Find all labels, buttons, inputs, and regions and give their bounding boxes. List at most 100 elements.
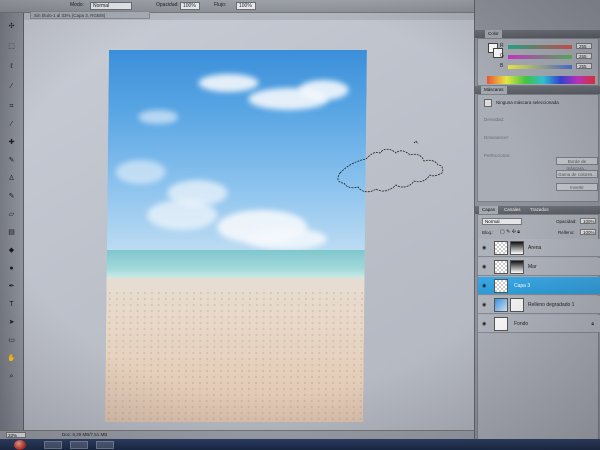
windows-taskbar	[0, 439, 600, 450]
layer-opacity-input[interactable]: 100%	[580, 218, 596, 224]
cloud	[298, 80, 349, 100]
marquee-tool-icon[interactable]: ⬚	[6, 43, 17, 50]
green-slider[interactable]	[508, 55, 572, 59]
layer-row-arena[interactable]: ◉ Arena	[478, 239, 600, 257]
cloud	[138, 110, 179, 124]
mode-label: Modo:	[70, 2, 84, 8]
document-tab[interactable]: Sin título-1 al 33% (Capa 3, RGB/8)	[30, 11, 150, 19]
layer-row-fondo[interactable]: ◉ Fondo 🔒︎	[478, 315, 600, 333]
sand-texture	[105, 290, 365, 422]
eye-icon[interactable]: ◉	[482, 245, 486, 251]
eye-icon[interactable]: ◉	[482, 264, 486, 270]
layer-name: Relleno degradado 1	[528, 302, 575, 308]
layer-row-mar[interactable]: ◉ Mar	[478, 258, 600, 276]
layer-name: Fondo	[514, 321, 529, 327]
lasso-tool-icon[interactable]: ℓ	[6, 63, 17, 70]
cloud	[115, 160, 166, 184]
red-channel-label: R	[500, 43, 504, 49]
layer-mask-thumbnail[interactable]	[510, 298, 524, 312]
eyedropper-tool-icon[interactable]: ⁄	[6, 121, 17, 128]
eye-icon[interactable]: ◉	[482, 321, 486, 327]
layer-mask-thumbnail[interactable]	[510, 260, 524, 274]
tab-channels[interactable]: Canales	[501, 206, 524, 214]
layer-name: Mar	[528, 264, 537, 270]
move-tool-icon[interactable]: ✣	[6, 23, 17, 30]
layer-thumbnail	[494, 260, 508, 274]
status-bar: 33% Doc: 6,29 MB/7,51 MB	[0, 430, 474, 439]
zoom-level[interactable]: 33%	[6, 432, 26, 438]
eraser-tool-icon[interactable]: ▱	[6, 211, 17, 218]
taskbar-item[interactable]	[70, 441, 88, 449]
opacity-input[interactable]: 100%	[180, 2, 200, 10]
color-panel-tabs: Color	[475, 30, 600, 38]
cloud	[147, 200, 218, 230]
layer-mask-thumbnail[interactable]	[510, 241, 524, 255]
mask-edge-button[interactable]: Borde de máscara...	[556, 157, 598, 171]
sea-layer	[106, 250, 365, 280]
lock-label: Bloq.:	[482, 230, 494, 235]
path-select-tool-icon[interactable]: ➤	[6, 319, 17, 326]
hand-tool-icon[interactable]: ✋	[6, 355, 17, 362]
panels-dock: Color R 255 G 255 B 255 Máscaras Ninguna…	[474, 0, 600, 450]
invert-button[interactable]: Invertir	[556, 183, 598, 191]
tab-masks[interactable]: Máscaras	[481, 86, 507, 94]
cloud	[246, 228, 328, 250]
color-spectrum-bar[interactable]	[487, 76, 595, 84]
blue-value[interactable]: 255	[576, 63, 592, 69]
history-brush-tool-icon[interactable]: ✎	[6, 193, 17, 200]
opacity-label: Opacidad:	[156, 2, 179, 8]
start-button[interactable]	[14, 440, 26, 450]
document-info: Doc: 6,29 MB/7,51 MB	[62, 432, 108, 437]
pen-tool-icon[interactable]: ✒	[6, 283, 17, 290]
dodge-tool-icon[interactable]: ●	[6, 265, 17, 272]
mask-status: Ninguna máscara seleccionada	[496, 100, 559, 105]
tab-layers[interactable]: Capas	[479, 206, 499, 214]
fill-input[interactable]: 100%	[580, 229, 596, 235]
mask-icon	[484, 99, 492, 107]
color-range-button[interactable]: Gama de colores...	[556, 170, 598, 178]
layer-row-capa-3[interactable]: ◉ Capa 3	[478, 277, 600, 295]
type-tool-icon[interactable]: T	[6, 301, 17, 308]
flow-input[interactable]: 100%	[236, 2, 256, 10]
layer-thumbnail	[494, 317, 508, 331]
document-canvas[interactable]	[105, 50, 367, 422]
gradient-tool-icon[interactable]: ▤	[6, 229, 17, 236]
eye-icon[interactable]: ◉	[482, 302, 486, 308]
blur-tool-icon[interactable]: ◆	[6, 247, 17, 254]
layer-name: Arena	[528, 245, 542, 251]
blue-channel-label: B	[500, 63, 504, 69]
layer-opacity-label: Opacidad:	[556, 219, 577, 224]
blend-mode-select[interactable]: Normal	[482, 218, 522, 225]
eye-icon[interactable]: ◉	[482, 283, 486, 289]
green-value[interactable]: 255	[576, 53, 592, 59]
green-channel-label: G	[500, 53, 504, 59]
healing-tool-icon[interactable]: ✚	[6, 139, 17, 146]
tab-color[interactable]: Color	[485, 30, 502, 38]
blue-slider[interactable]	[508, 65, 572, 69]
shape-tool-icon[interactable]: ▭	[6, 337, 17, 344]
brush-tool-icon[interactable]: ✎	[6, 157, 17, 164]
taskbar-item[interactable]	[96, 441, 114, 449]
taskbar-item[interactable]	[44, 441, 62, 449]
red-value[interactable]: 255	[576, 43, 592, 49]
layer-thumbnail	[494, 241, 508, 255]
layers-panel: Normal Opacidad: 100% Bloq.: ▢ ✎ ✣ 🔒︎ Re…	[477, 214, 600, 450]
red-slider[interactable]	[508, 45, 572, 49]
tools-panel: ✣ ⬚ ℓ ⁄ ⌗ ⁄ ✚ ✎ ♙ ✎ ▱ ▤ ◆ ● ✒ T ➤ ▭ ✋ ⌕	[0, 13, 24, 433]
refine-label: Perfeccionar:	[484, 153, 511, 158]
density-label: Densidad:	[484, 117, 505, 122]
photoshop-window: Modo: Normal Opacidad: 100% Flujo: 100% …	[0, 0, 600, 450]
mode-select[interactable]: Normal	[90, 2, 132, 10]
tab-paths[interactable]: Trazados	[527, 206, 552, 214]
lasso-selection[interactable]	[330, 135, 450, 200]
layers-panel-tabs: Capas Canales Trazados	[475, 206, 600, 214]
lock-icons[interactable]: ▢ ✎ ✣ 🔒︎	[500, 229, 520, 235]
stamp-tool-icon[interactable]: ♙	[6, 175, 17, 182]
feather-label: Desvanecer:	[484, 135, 510, 140]
layer-row-gradient-fill[interactable]: ◉ Relleno degradado 1	[478, 296, 600, 314]
lock-icon: 🔒︎	[591, 321, 594, 327]
zoom-tool-icon[interactable]: ⌕	[6, 373, 17, 380]
magic-wand-tool-icon[interactable]: ⁄	[6, 83, 17, 90]
fill-label: Relleno:	[558, 230, 575, 235]
crop-tool-icon[interactable]: ⌗	[6, 103, 17, 110]
